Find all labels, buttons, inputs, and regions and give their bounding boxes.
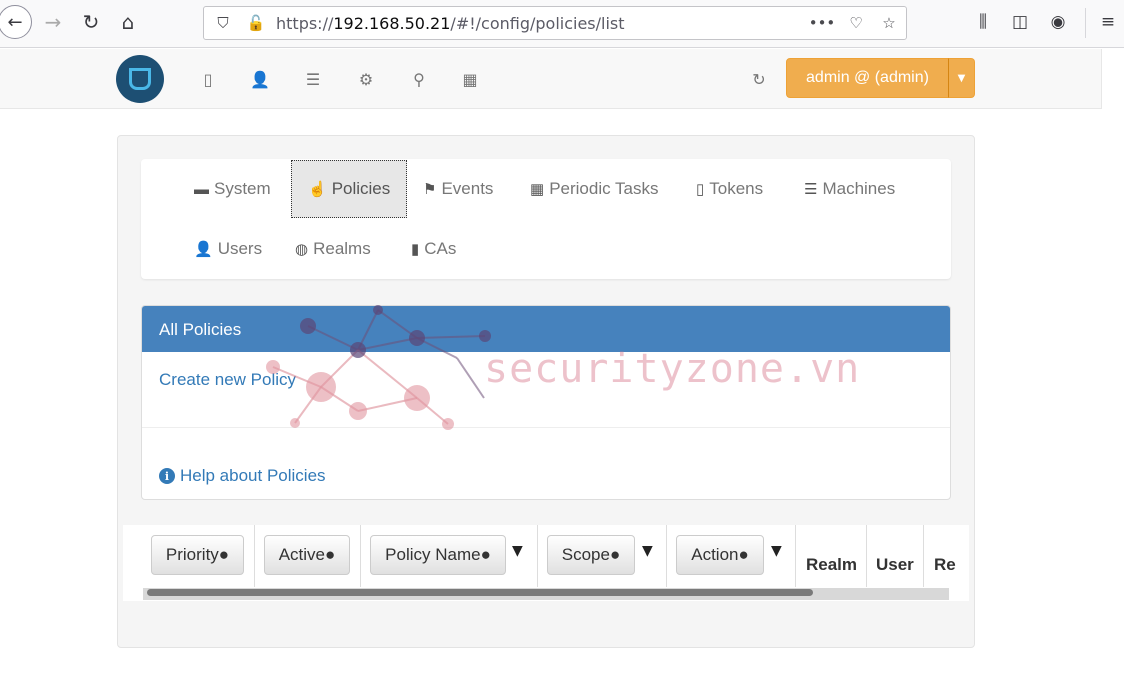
tab-realms[interactable]: ◍ Realms <box>295 221 371 277</box>
url-path: /#!/config/policies/list <box>450 14 625 33</box>
scrollbar-thumb[interactable] <box>147 589 813 596</box>
column-user: User <box>867 525 924 587</box>
browser-toolbar: ← → ↻ ⌂ ⛉ 🔓 https://192.168.50.21/#!/con… <box>0 0 1124 48</box>
filter-scope-icon[interactable]: ▼ <box>642 543 653 559</box>
privacyidea-logo[interactable] <box>116 55 164 103</box>
home-button[interactable]: ⌂ <box>113 7 143 37</box>
logo-icon <box>129 68 151 90</box>
info-icon: i <box>159 468 175 484</box>
tab-periodic-tasks[interactable]: ▦ Periodic Tasks <box>530 161 658 217</box>
panel-divider <box>142 427 950 428</box>
bookmark-icon: ▮ <box>411 241 420 258</box>
components-calendar-nav-icon[interactable]: ▦ <box>458 67 482 91</box>
tab-cas[interactable]: ▮ CAs <box>411 221 456 277</box>
policies-panel: All Policies Create new Policy i Help abo… <box>141 305 951 500</box>
filter-action-icon[interactable]: ▼ <box>771 543 782 559</box>
column-priority: Priority● <box>123 525 255 587</box>
user-icon: 👤 <box>194 241 213 258</box>
pocket-icon[interactable]: ♡ <box>846 13 866 33</box>
flag-icon: ⚑ <box>423 181 437 198</box>
admin-user-button[interactable]: admin @ (admin) <box>786 58 949 98</box>
caret-down-icon: ▼ <box>957 72 966 84</box>
arrow-left-icon: ← <box>7 11 23 33</box>
column-policy-name: Policy Name● ▼ <box>361 525 538 587</box>
sort-priority-button[interactable]: Priority● <box>151 535 244 575</box>
url-bar[interactable]: ⛉ 🔓 https://192.168.50.21/#!/config/poli… <box>203 6 907 40</box>
briefcase-icon: ▬ <box>194 180 209 198</box>
more-actions-icon[interactable]: ••• <box>809 13 836 33</box>
tab-label: Machines <box>822 179 896 198</box>
realm-header: Realm <box>806 555 858 574</box>
sort-active-button[interactable]: Active● <box>264 535 350 575</box>
sidebar-icon[interactable]: ◫ <box>1008 10 1032 34</box>
column-scope: Scope● ▼ <box>538 525 667 587</box>
tab-policies[interactable]: ☝ Policies <box>291 160 408 218</box>
tab-users[interactable]: 👤 Users <box>194 221 262 277</box>
tab-label: CAs <box>424 239 457 258</box>
home-icon: ⌂ <box>121 10 135 34</box>
column-realm: Realm <box>796 525 867 587</box>
insecure-lock-icon[interactable]: 🔓 <box>246 13 266 33</box>
toolbar-separator <box>1085 8 1086 38</box>
calendar-icon: ▦ <box>530 181 545 198</box>
app-navbar: ▯ 👤 ☰ ⚙ ⚲ ▦ ↻ admin @ (admin) ▼ <box>0 49 1102 109</box>
bookmark-star-icon[interactable]: ☆ <box>879 13 899 33</box>
hand-pointer-icon: ☝ <box>308 181 327 198</box>
url-host: 192.168.50.21 <box>333 14 451 33</box>
users-nav-icon[interactable]: 👤 <box>248 67 272 91</box>
filter-policy-name-icon[interactable]: ▼ <box>512 543 523 559</box>
shield-icon[interactable]: ⛉ <box>213 13 233 33</box>
admin-dropdown-toggle[interactable]: ▼ <box>948 58 975 98</box>
mobile-icon: ▯ <box>696 181 705 198</box>
tab-label: Tokens <box>709 179 764 198</box>
watermark-text: securityzone.vn <box>484 346 861 392</box>
column-action: Action● ▼ <box>667 525 796 587</box>
reload-button[interactable]: ↻ <box>76 7 106 37</box>
tab-system[interactable]: ▬ System <box>194 161 271 217</box>
config-tabs: ▬ System ☝ Policies ⚑ Events ▦ Periodic Task… <box>141 159 951 279</box>
tab-label: Policies <box>331 179 391 198</box>
tab-label: Users <box>217 239 263 258</box>
reload-icon: ↻ <box>82 10 100 34</box>
tab-label: Periodic Tasks <box>549 179 659 198</box>
tab-label: Events <box>441 179 494 198</box>
help-link-label: Help about Policies <box>180 466 326 485</box>
menu-icon[interactable]: ≡ <box>1096 10 1120 34</box>
audit-search-nav-icon[interactable]: ⚲ <box>407 67 431 91</box>
tab-machines[interactable]: ☰ Machines <box>804 161 895 217</box>
policies-table: Priority● Active● Policy Name● ▼ Scope● … <box>123 525 969 601</box>
forward-button[interactable]: → <box>38 7 68 37</box>
tab-events[interactable]: ⚑ Events <box>423 161 493 217</box>
help-policies-link[interactable]: i Help about Policies <box>159 466 326 486</box>
globe-icon: ◍ <box>295 241 309 258</box>
config-nav-icon[interactable]: ⚙ <box>354 67 378 91</box>
column-resolver: Re <box>924 525 969 587</box>
tab-label: Realms <box>313 239 371 258</box>
account-icon[interactable]: ◉ <box>1046 10 1070 34</box>
library-icon[interactable]: ⫼ <box>971 10 995 34</box>
user-header: User <box>876 555 914 574</box>
tab-label: System <box>214 179 271 198</box>
tokens-nav-icon[interactable]: ▯ <box>196 67 220 91</box>
server-icon: ☰ <box>804 181 818 198</box>
tab-tokens[interactable]: ▯ Tokens <box>696 161 763 217</box>
machines-nav-icon[interactable]: ☰ <box>301 67 325 91</box>
refresh-icon[interactable]: ↻ <box>747 67 771 91</box>
arrow-right-icon: → <box>44 10 62 34</box>
sort-scope-button[interactable]: Scope● <box>547 535 635 575</box>
sort-action-button[interactable]: Action● <box>676 535 764 575</box>
back-button[interactable]: ← <box>0 5 32 39</box>
url-scheme: https:// <box>276 14 334 33</box>
create-policy-link[interactable]: Create new Policy <box>159 370 296 390</box>
column-active: Active● <box>255 525 361 587</box>
resolver-header: Re <box>934 555 956 574</box>
sort-policy-name-button[interactable]: Policy Name● <box>370 535 506 575</box>
url-text[interactable]: https://192.168.50.21/#!/config/policies… <box>276 14 625 33</box>
